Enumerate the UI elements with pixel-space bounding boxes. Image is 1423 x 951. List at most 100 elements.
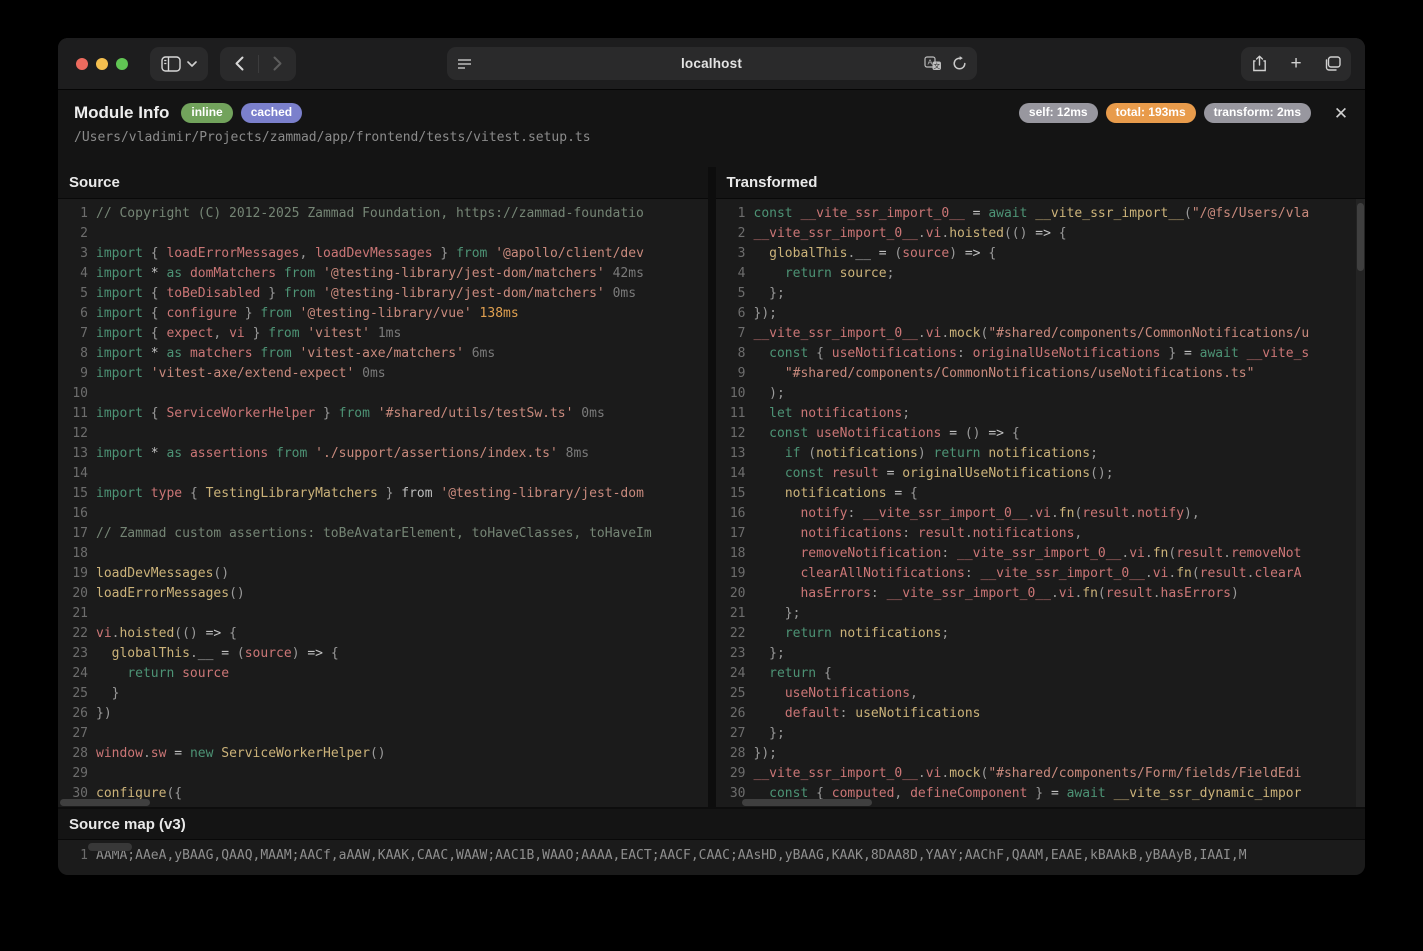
- code-line: 19loadDevMessages(): [58, 564, 708, 584]
- code-line: 9import 'vitest-axe/extend-expect' 0ms: [58, 364, 708, 384]
- transformed-hscrollbar[interactable]: [742, 799, 872, 806]
- page-title: Module Info: [74, 103, 169, 123]
- url-bar[interactable]: localhost A 文: [447, 47, 977, 80]
- code-line: 13import * as assertions from './support…: [58, 444, 708, 464]
- code-line: 6});: [716, 304, 1366, 324]
- code-line: 12 const useNotifications = () => {: [716, 424, 1366, 444]
- code-line: 11import { ServiceWorkerHelper } from '#…: [58, 404, 708, 424]
- code-line: 26}): [58, 704, 708, 724]
- svg-text:文: 文: [933, 61, 940, 70]
- sourcemap-mappings: AAMA;AAeA,yBAAG,QAAQ,MAAM;AACf,aAAW,KAAK…: [88, 846, 1247, 866]
- source-panel: Source 1// Copyright (C) 2012-2025 Zamma…: [58, 167, 708, 807]
- new-tab-button[interactable]: +: [1278, 53, 1315, 75]
- code-line: 15import type { TestingLibraryMatchers }…: [58, 484, 708, 504]
- code-line: 3import { loadErrorMessages, loadDevMess…: [58, 244, 708, 264]
- tab-overview-button[interactable]: [1314, 56, 1351, 71]
- code-line: 17// Zammad custom assertions: toBeAvata…: [58, 524, 708, 544]
- code-line: 10 );: [716, 384, 1366, 404]
- module-badges: inline cached: [181, 103, 302, 123]
- transformed-panel-title: Transformed: [716, 167, 1366, 199]
- code-line: 19 clearAllNotifications: __vite_ssr_imp…: [716, 564, 1366, 584]
- sourcemap-line: 1 AAMA;AAeA,yBAAG,QAAQ,MAAM;AACf,aAAW,KA…: [58, 840, 1365, 866]
- code-line: 1// Copyright (C) 2012-2025 Zammad Found…: [58, 204, 708, 224]
- code-line: 23 };: [716, 644, 1366, 664]
- code-line: 7__vite_ssr_import_0__.vi.mock("#shared/…: [716, 324, 1366, 344]
- browser-toolbar: localhost A 文: [58, 38, 1365, 90]
- code-line: 22 return notifications;: [716, 624, 1366, 644]
- code-line: 12: [58, 424, 708, 444]
- code-line: 26 default: useNotifications: [716, 704, 1366, 724]
- code-line: 18 removeNotification: __vite_ssr_import…: [716, 544, 1366, 564]
- code-line: 29: [58, 764, 708, 784]
- close-icon[interactable]: ✕: [1331, 104, 1351, 124]
- url-text: localhost: [447, 56, 977, 71]
- code-line: 15 notifications = {: [716, 484, 1366, 504]
- code-line: 30configure({: [58, 784, 708, 804]
- sidebar-icon: [161, 56, 181, 72]
- timing-badges: self: 12ms total: 193ms transform: 2ms: [1019, 103, 1311, 123]
- transformed-vscrollbar-thumb[interactable]: [1357, 203, 1364, 271]
- sourcemap-title: Source map (v3): [58, 809, 1365, 840]
- forward-button[interactable]: [259, 47, 296, 81]
- transformed-vscrollbar-track[interactable]: [1356, 199, 1365, 807]
- code-line: 24 return source: [58, 664, 708, 684]
- transformed-panel: Transformed 1const __vite_ssr_import_0__…: [716, 167, 1366, 807]
- timing-total: total: 193ms: [1106, 103, 1196, 123]
- code-line: 16 notify: __vite_ssr_import_0__.vi.fn(r…: [716, 504, 1366, 524]
- chevron-down-icon: [187, 61, 197, 67]
- code-panels: Source 1// Copyright (C) 2012-2025 Zamma…: [58, 167, 1365, 807]
- code-line: 20 hasErrors: __vite_ssr_import_0__.vi.f…: [716, 584, 1366, 604]
- badge-cached: cached: [241, 103, 302, 123]
- nav-buttons: [220, 47, 296, 81]
- code-line: 28});: [716, 744, 1366, 764]
- timing-transform: transform: 2ms: [1204, 103, 1311, 123]
- transformed-code[interactable]: 1const __vite_ssr_import_0__ = await __v…: [716, 199, 1366, 807]
- code-line: 1const __vite_ssr_import_0__ = await __v…: [716, 204, 1366, 224]
- code-line: 24 return {: [716, 664, 1366, 684]
- code-line: 10: [58, 384, 708, 404]
- code-line: 16: [58, 504, 708, 524]
- code-line: 21: [58, 604, 708, 624]
- source-code[interactable]: 1// Copyright (C) 2012-2025 Zammad Found…: [58, 199, 708, 807]
- code-line: 7import { expect, vi } from 'vitest' 1ms: [58, 324, 708, 344]
- code-line: 5import { toBeDisabled } from '@testing-…: [58, 284, 708, 304]
- code-line: 21 };: [716, 604, 1366, 624]
- sourcemap-hscrollbar[interactable]: [88, 843, 132, 851]
- code-line: 14 const result = originalUseNotificatio…: [716, 464, 1366, 484]
- reload-icon[interactable]: [952, 56, 967, 71]
- close-window-button[interactable]: [76, 58, 88, 70]
- code-line: 5 };: [716, 284, 1366, 304]
- browser-window: localhost A 文: [58, 38, 1365, 875]
- code-line: 17 notifications: result.notifications,: [716, 524, 1366, 544]
- badge-inline: inline: [181, 103, 232, 123]
- sidebar-toggle-button[interactable]: [150, 47, 208, 81]
- code-line: 18: [58, 544, 708, 564]
- zoom-window-button[interactable]: [116, 58, 128, 70]
- module-info-header: Module Info inline cached self: 12ms total…: [58, 90, 1365, 167]
- code-line: 9 "#shared/components/CommonNotification…: [716, 364, 1366, 384]
- code-line: 27: [58, 724, 708, 744]
- timing-self: self: 12ms: [1019, 103, 1098, 123]
- code-line: 4import * as domMatchers from '@testing-…: [58, 264, 708, 284]
- code-line: 29__vite_ssr_import_0__.vi.mock("#shared…: [716, 764, 1366, 784]
- code-line: 11 let notifications;: [716, 404, 1366, 424]
- code-line: 3 globalThis.__ = (source) => {: [716, 244, 1366, 264]
- traffic-lights: [76, 58, 128, 70]
- share-button[interactable]: [1241, 55, 1278, 72]
- code-line: 23 globalThis.__ = (source) => {: [58, 644, 708, 664]
- code-line: 25 }: [58, 684, 708, 704]
- code-line: 22vi.hoisted(() => {: [58, 624, 708, 644]
- code-line: 14: [58, 464, 708, 484]
- toolbar-right-buttons: +: [1241, 47, 1351, 81]
- back-button[interactable]: [221, 47, 258, 81]
- code-line: 8 const { useNotifications: originalUseN…: [716, 344, 1366, 364]
- code-line: 8import * as matchers from 'vitest-axe/m…: [58, 344, 708, 364]
- code-line: 2: [58, 224, 708, 244]
- sourcemap-line-number: 1: [58, 846, 88, 866]
- svg-text:A: A: [927, 58, 932, 67]
- translate-icon[interactable]: A 文: [924, 56, 942, 71]
- source-hscrollbar[interactable]: [60, 799, 150, 806]
- code-line: 13 if (notifications) return notificatio…: [716, 444, 1366, 464]
- module-path: /Users/vladimir/Projects/zammad/app/fron…: [74, 130, 1349, 145]
- minimize-window-button[interactable]: [96, 58, 108, 70]
